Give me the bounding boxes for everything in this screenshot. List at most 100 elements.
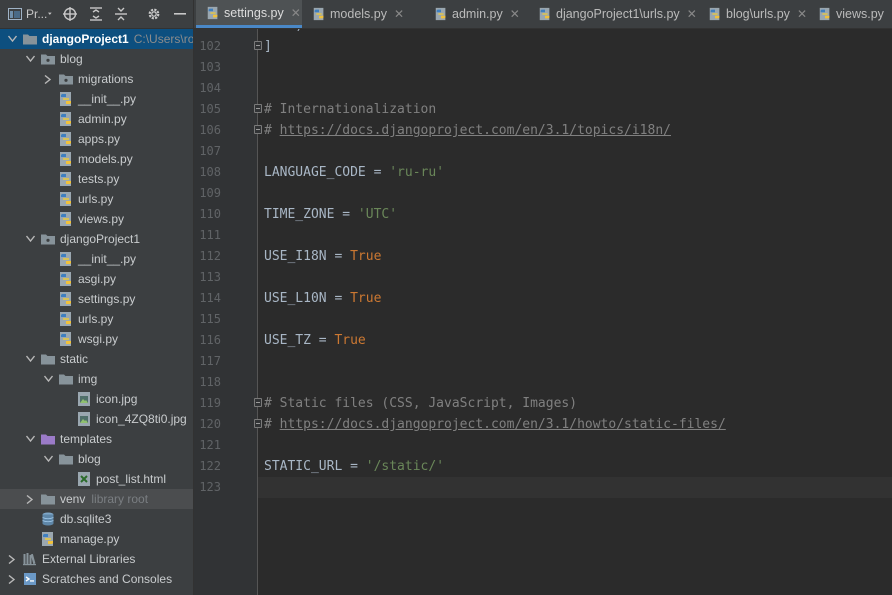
expand-all-icon[interactable] [86, 0, 106, 28]
fold-marker-icon[interactable] [254, 125, 262, 134]
chevron-down-icon[interactable] [24, 349, 36, 369]
tree-item[interactable]: manage.py [0, 529, 193, 549]
tree-item[interactable]: djangoProject1 C:\Users\ro [0, 29, 193, 49]
tree-item[interactable]: apps.py [0, 129, 193, 149]
code-line: 108 LANGUAGE_CODE = 'ru-ru' [194, 162, 892, 183]
tree-item[interactable]: icon.jpg [0, 389, 193, 409]
fold-marker-icon[interactable] [254, 398, 262, 407]
code-line: 120 # https://docs.djangoproject.com/en/3… [194, 414, 892, 435]
folder-icon [40, 491, 56, 507]
code-token: LANGUAGE_CODE = [264, 165, 390, 180]
tree-item-text: admin.py [78, 112, 127, 126]
tree-item[interactable]: db.sqlite3 [0, 509, 193, 529]
tree-item[interactable]: migrations [0, 69, 193, 89]
project-view-label: Pr... [26, 7, 48, 21]
editor-tab[interactable]: views.py✕ [808, 0, 892, 28]
tree-item[interactable]: Scratches and Consoles [0, 569, 193, 589]
tree-item[interactable]: settings.py [0, 289, 193, 309]
chevron-down-icon[interactable] [42, 449, 54, 469]
tree-item-text: manage.py [60, 532, 120, 546]
chevron-down-icon[interactable] [24, 49, 36, 69]
close-icon[interactable]: ✕ [687, 7, 697, 21]
minimize-icon[interactable] [170, 0, 190, 28]
tree-item-label: __init__.py [78, 89, 136, 109]
close-icon[interactable]: ✕ [394, 7, 404, 21]
tree-item[interactable]: icon_4ZQ8ti0.jpg [0, 409, 193, 429]
tree-item[interactable]: blog [0, 49, 193, 69]
code-token[interactable]: https://docs.djangoproject.com/en/3.1/ho… [280, 417, 726, 432]
code-token: STATIC_URL = [264, 459, 366, 474]
tree-item[interactable]: External Libraries [0, 549, 193, 569]
editor-tab[interactable]: admin.py ✕ [424, 0, 528, 28]
tree-item[interactable]: __init__.py [0, 249, 193, 269]
tree-item-label: External Libraries [42, 549, 135, 569]
tree-item[interactable]: venv library root [0, 489, 193, 509]
tree-item[interactable]: djangoProject1 [0, 229, 193, 249]
chevron-right-icon[interactable] [24, 489, 36, 509]
chevron-down-icon[interactable] [42, 369, 54, 389]
fold-marker-icon[interactable] [254, 41, 262, 50]
close-icon[interactable]: ✕ [510, 7, 520, 21]
code-text: USE_TZ = True [264, 330, 366, 351]
tree-item[interactable]: templates [0, 429, 193, 449]
tree-item[interactable]: post_list.html [0, 469, 193, 489]
tree-item-label: djangoProject1 C:\Users\ro [42, 29, 193, 49]
editor-tab[interactable]: settings.py ✕ [196, 0, 302, 28]
line-number: 108 [199, 165, 221, 179]
project-view-selector[interactable]: Pr... [26, 0, 52, 28]
tree-item[interactable]: urls.py [0, 189, 193, 209]
python-file-icon [434, 7, 448, 21]
close-icon[interactable]: ✕ [291, 6, 301, 20]
python-file-icon [58, 191, 74, 207]
tree-item[interactable]: tests.py [0, 169, 193, 189]
code-line: 116 USE_TZ = True [194, 330, 892, 351]
tree-item-text: tests.py [78, 172, 120, 186]
fold-marker-icon[interactable] [254, 104, 262, 113]
tree-item-text: img [78, 372, 98, 386]
close-icon[interactable]: ✕ [797, 7, 807, 21]
editor-tab[interactable]: models.py ✕ [302, 0, 408, 28]
code-line: 117 [194, 351, 892, 372]
editor-tab-label: views.py [836, 7, 884, 21]
code-line: 115 [194, 309, 892, 330]
image-file-icon [76, 391, 92, 407]
tree-item[interactable]: views.py [0, 209, 193, 229]
chevron-right-icon[interactable] [6, 549, 18, 569]
tree-item[interactable]: __init__.py [0, 89, 193, 109]
chevron-down-icon[interactable] [24, 229, 36, 249]
code-token: 'ru-ru' [389, 165, 445, 180]
gear-icon[interactable] [144, 0, 164, 28]
tree-item[interactable]: static [0, 349, 193, 369]
collapse-all-icon[interactable] [111, 0, 131, 28]
tree-item[interactable]: models.py [0, 149, 193, 169]
line-number: 113 [199, 270, 221, 284]
code-token[interactable]: https://docs.djangoproject.com/en/3.1/to… [280, 123, 671, 138]
editor-tab[interactable]: djangoProject1\urls.py ✕ [528, 0, 698, 28]
tree-item[interactable]: wsgi.py [0, 329, 193, 349]
code-token: # [264, 123, 280, 138]
line-number: 114 [199, 291, 221, 305]
tree-item-text: External Libraries [42, 552, 136, 566]
editor-tab[interactable]: blog\urls.py ✕ [698, 0, 808, 28]
chevron-down-icon[interactable] [6, 29, 18, 49]
crosshair-icon[interactable] [60, 0, 80, 28]
tree-item[interactable]: img [0, 369, 193, 389]
tree-item-label: djangoProject1 [60, 229, 140, 249]
tree-item-hint: library root [91, 492, 149, 506]
line-number: 115 [199, 312, 221, 326]
fold-marker-icon[interactable] [254, 419, 262, 428]
tree-item-label: manage.py [60, 529, 119, 549]
project-view-icon[interactable] [6, 0, 24, 28]
editor-tab-label: settings.py [224, 5, 284, 20]
chevron-down-icon[interactable] [24, 429, 36, 449]
python-file-icon [58, 331, 74, 347]
code-editor[interactable]: 101 )102]103104105# Internationalization… [194, 29, 892, 595]
tree-item[interactable]: urls.py [0, 309, 193, 329]
tree-item[interactable]: blog [0, 449, 193, 469]
chevron-right-icon[interactable] [42, 69, 54, 89]
tree-item[interactable]: admin.py [0, 109, 193, 129]
chevron-right-icon[interactable] [6, 569, 18, 589]
tree-item-label: blog [60, 49, 83, 69]
tree-item[interactable]: asgi.py [0, 269, 193, 289]
line-number: 102 [199, 39, 221, 53]
